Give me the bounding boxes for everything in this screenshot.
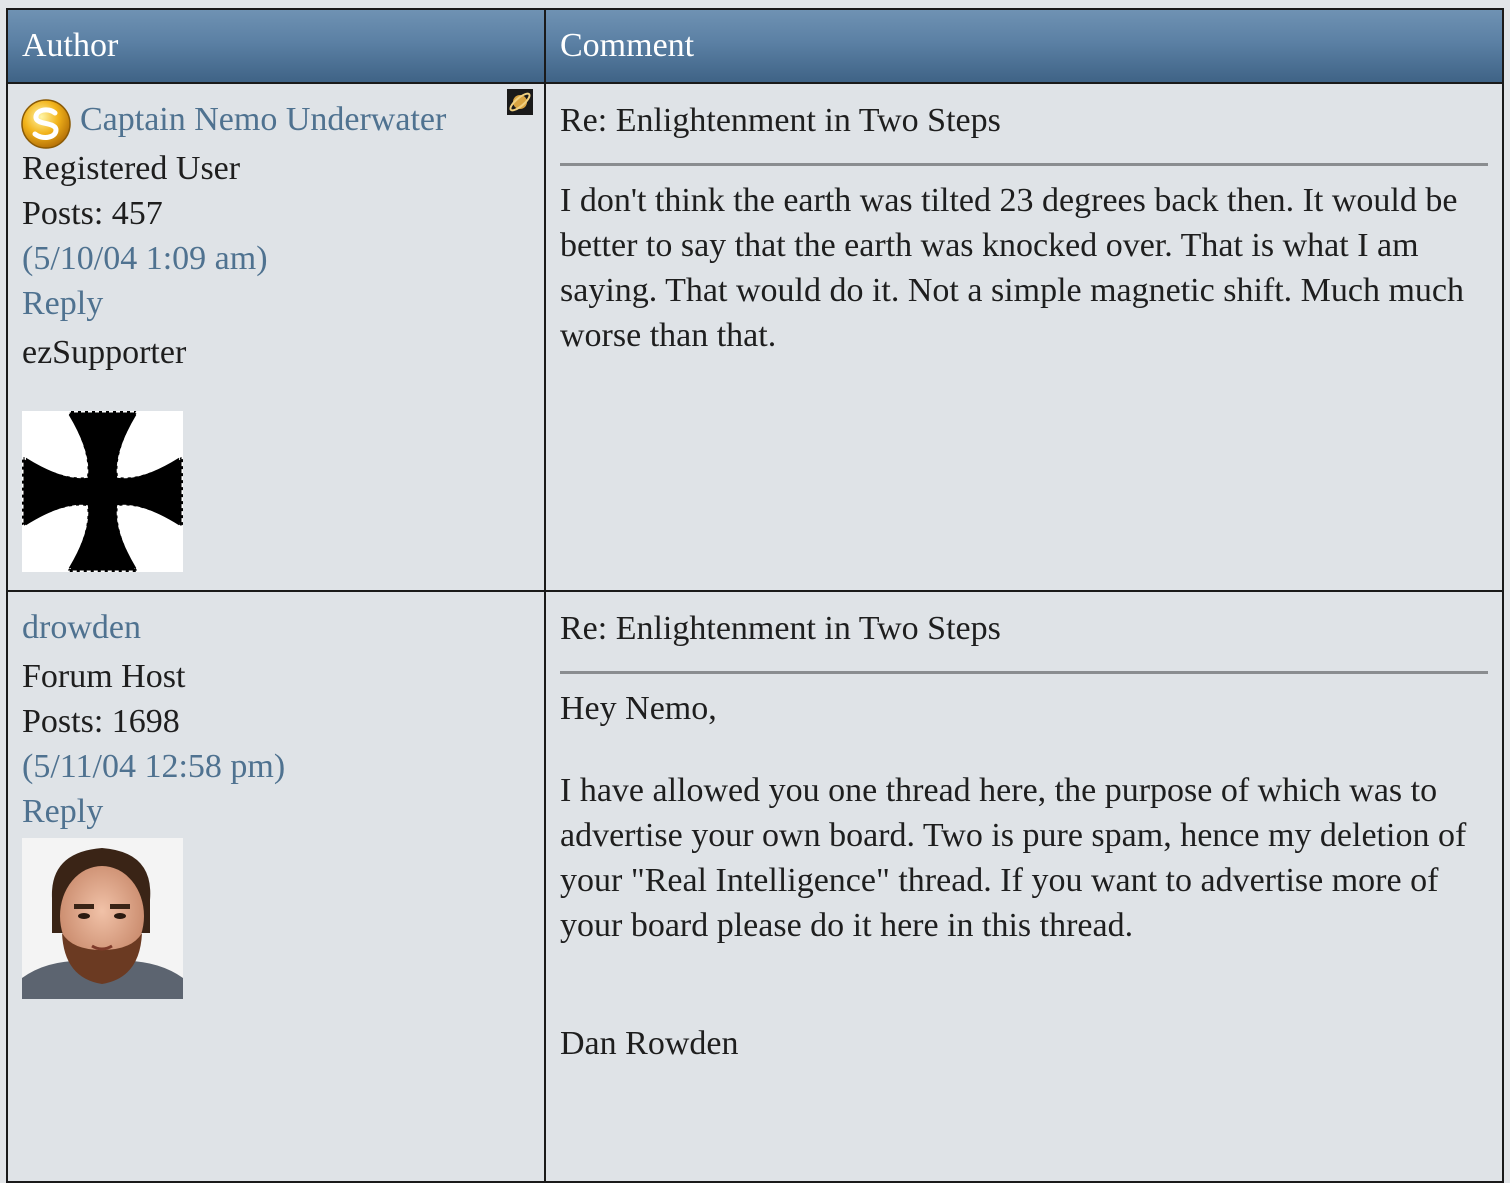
post-subject: Re: Enlightenment in Two Steps <box>560 602 1488 674</box>
post-body: Hey Nemo, I have allowed you one thread … <box>560 686 1488 1066</box>
post-timestamp-link[interactable]: (5/10/04 1:09 am) <box>22 236 530 281</box>
post-row: drowden Forum Host Posts: 1698 (5/11/04 … <box>6 590 1504 1183</box>
iron-cross-avatar <box>22 411 183 572</box>
author-name-line: drowden <box>22 602 530 654</box>
author-role: Registered User <box>22 150 241 187</box>
author-post-count: Posts: 1698 <box>22 703 180 740</box>
post-body-paragraph: I have allowed you one thread here, the … <box>560 772 1467 944</box>
post-body-signature: Dan Rowden <box>560 1025 739 1062</box>
post-subject: Re: Enlightenment in Two Steps <box>560 94 1488 166</box>
post-row: Captain Nemo Underwater Registered User … <box>6 82 1504 592</box>
planet-icon <box>507 89 533 115</box>
header-row: Author Comment <box>6 8 1504 84</box>
supporter-badge: ezSupporter <box>22 334 187 371</box>
post-body-paragraph: I don't think the earth was tilted 23 de… <box>560 182 1465 354</box>
author-column-header: Author <box>6 8 546 84</box>
author-post-count: Posts: 457 <box>22 195 163 232</box>
comment-cell: Re: Enlightenment in Two Steps I don't t… <box>544 82 1504 592</box>
author-cell: Captain Nemo Underwater Registered User … <box>6 82 546 592</box>
author-name-line: Captain Nemo Underwater <box>21 89 533 149</box>
author-role: Forum Host <box>22 658 186 695</box>
reply-link[interactable]: Reply <box>22 281 530 326</box>
comment-cell: Re: Enlightenment in Two Steps Hey Nemo,… <box>544 590 1504 1183</box>
reply-link[interactable]: Reply <box>22 789 530 834</box>
ezsupporter-coin-icon <box>21 99 71 149</box>
forum-thread-table: Author Comment Captain Nemo Underwater R… <box>6 8 1504 1183</box>
post-body-greeting: Hey Nemo, <box>560 690 717 727</box>
comment-column-header: Comment <box>544 8 1504 84</box>
author-name-link[interactable]: Captain Nemo Underwater <box>80 101 446 138</box>
post-timestamp-link[interactable]: (5/11/04 12:58 pm) <box>22 744 530 789</box>
post-body: I don't think the earth was tilted 23 de… <box>560 178 1488 358</box>
author-name-link[interactable]: drowden <box>22 609 141 646</box>
user-photo-avatar <box>22 838 183 999</box>
author-cell: drowden Forum Host Posts: 1698 (5/11/04 … <box>6 590 546 1183</box>
